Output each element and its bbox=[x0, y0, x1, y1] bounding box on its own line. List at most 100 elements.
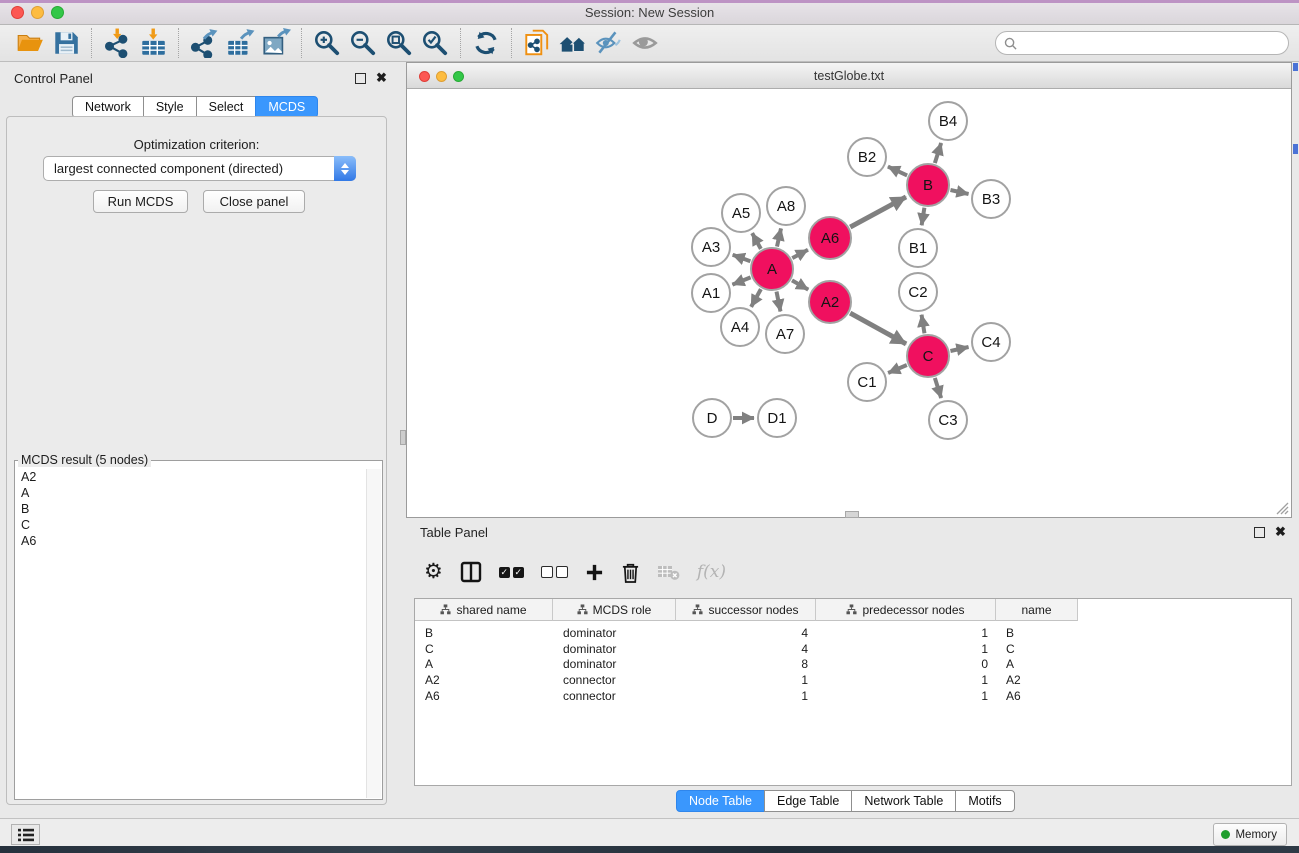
graph-node-B[interactable]: B bbox=[906, 163, 950, 207]
graph-edge-C-C3[interactable] bbox=[935, 378, 941, 398]
graph-node-D1[interactable]: D1 bbox=[757, 398, 797, 438]
show-panels-menu-button[interactable] bbox=[11, 824, 40, 845]
import-network-icon[interactable] bbox=[99, 28, 135, 58]
result-list-item[interactable]: A6 bbox=[16, 533, 366, 549]
result-list-item[interactable]: B bbox=[16, 501, 366, 517]
graph-node-B4[interactable]: B4 bbox=[928, 101, 968, 141]
search-field[interactable] bbox=[995, 31, 1289, 55]
tab-mcds[interactable]: MCDS bbox=[255, 96, 318, 118]
table-options-gear-icon[interactable]: ⚙ bbox=[424, 562, 443, 582]
result-list-item[interactable]: A bbox=[16, 485, 366, 501]
graph-node-A5[interactable]: A5 bbox=[721, 193, 761, 233]
select-all-columns-icon[interactable]: ✓✓ bbox=[499, 567, 524, 578]
splitter-expand-icon[interactable] bbox=[1293, 63, 1298, 71]
column-header-successor-nodes[interactable]: successor nodes bbox=[676, 599, 816, 621]
zoom-fit-icon[interactable] bbox=[381, 28, 417, 58]
add-column-icon[interactable] bbox=[585, 563, 604, 582]
close-table-panel-icon[interactable]: ✖ bbox=[1275, 526, 1286, 538]
graph-edge-A6-B[interactable] bbox=[850, 197, 906, 227]
tab-select[interactable]: Select bbox=[196, 96, 257, 118]
create-network-from-selection-icon[interactable] bbox=[519, 28, 555, 58]
export-image-icon[interactable] bbox=[258, 28, 294, 58]
float-table-panel-icon[interactable] bbox=[1254, 527, 1265, 538]
graph-edge-A2-C[interactable] bbox=[850, 313, 906, 344]
table-row[interactable]: A2connector11A2 bbox=[415, 672, 1291, 688]
table-row[interactable]: Adominator80A bbox=[415, 657, 1291, 673]
horizontal-splitter-handle[interactable] bbox=[845, 511, 859, 518]
delete-column-icon[interactable] bbox=[621, 562, 640, 583]
open-session-icon[interactable] bbox=[12, 28, 48, 58]
table-row[interactable]: Bdominator41B bbox=[415, 625, 1291, 641]
graph-edge-B-B2[interactable] bbox=[888, 167, 907, 176]
graph-node-C[interactable]: C bbox=[906, 334, 950, 378]
graph-edge-C-C4[interactable] bbox=[950, 347, 968, 351]
graph-edge-B-B3[interactable] bbox=[950, 190, 968, 194]
graph-node-A[interactable]: A bbox=[750, 247, 794, 291]
tab-motifs[interactable]: Motifs bbox=[955, 790, 1014, 812]
tab-network[interactable]: Network bbox=[72, 96, 144, 118]
graph-node-B1[interactable]: B1 bbox=[898, 228, 938, 268]
graph-node-D[interactable]: D bbox=[692, 398, 732, 438]
graph-edge-A-A2[interactable] bbox=[792, 280, 808, 289]
graph-node-A1[interactable]: A1 bbox=[691, 273, 731, 313]
run-mcds-button[interactable]: Run MCDS bbox=[93, 190, 188, 213]
save-session-icon[interactable] bbox=[48, 28, 84, 58]
search-input[interactable] bbox=[1017, 35, 1288, 52]
graph-edge-A-A8[interactable] bbox=[777, 228, 781, 246]
table-row[interactable]: A6connector11A6 bbox=[415, 688, 1291, 704]
graph-edge-A-A6[interactable] bbox=[792, 250, 808, 258]
zoom-selected-icon[interactable] bbox=[417, 28, 453, 58]
graph-node-A6[interactable]: A6 bbox=[808, 216, 852, 260]
close-panel-button[interactable]: Close panel bbox=[203, 190, 305, 213]
graph-edge-A-A3[interactable] bbox=[733, 255, 751, 261]
tab-node-table[interactable]: Node Table bbox=[676, 790, 765, 812]
splitter-expand-icon[interactable] bbox=[1293, 144, 1298, 154]
graph-node-C3[interactable]: C3 bbox=[928, 400, 968, 440]
export-table-icon[interactable] bbox=[222, 28, 258, 58]
graph-edge-B-B4[interactable] bbox=[935, 143, 941, 163]
graph-node-A7[interactable]: A7 bbox=[765, 314, 805, 354]
vertical-splitter-handle[interactable] bbox=[400, 430, 406, 445]
resize-grip-icon[interactable] bbox=[1273, 499, 1289, 515]
graph-edge-C-C1[interactable] bbox=[888, 365, 907, 373]
graph-node-C4[interactable]: C4 bbox=[971, 322, 1011, 362]
graph-node-B2[interactable]: B2 bbox=[847, 137, 887, 177]
graph-node-C1[interactable]: C1 bbox=[847, 362, 887, 402]
graph-node-A2[interactable]: A2 bbox=[808, 280, 852, 324]
show-columns-icon[interactable] bbox=[460, 561, 482, 583]
column-header-MCDS-role[interactable]: MCDS role bbox=[553, 599, 676, 621]
graph-node-B3[interactable]: B3 bbox=[971, 179, 1011, 219]
graph-edge-B-B1[interactable] bbox=[922, 208, 925, 226]
export-network-icon[interactable] bbox=[186, 28, 222, 58]
graph-node-C2[interactable]: C2 bbox=[898, 272, 938, 312]
result-scrollbar[interactable] bbox=[366, 469, 381, 798]
column-header-shared-name[interactable]: shared name bbox=[415, 599, 553, 621]
column-header-predecessor-nodes[interactable]: predecessor nodes bbox=[816, 599, 996, 621]
hide-graphics-details-icon[interactable] bbox=[591, 28, 627, 58]
refresh-layout-icon[interactable] bbox=[468, 28, 504, 58]
tab-style[interactable]: Style bbox=[143, 96, 197, 118]
tab-network-table[interactable]: Network Table bbox=[851, 790, 956, 812]
optimization-criterion-dropdown[interactable]: largest connected component (directed) bbox=[43, 156, 356, 181]
network-window-titlebar[interactable]: testGlobe.txt bbox=[407, 63, 1291, 89]
float-panel-icon[interactable] bbox=[355, 73, 366, 84]
graph-edge-A-A1[interactable] bbox=[732, 277, 750, 284]
graph-edge-C-C2[interactable] bbox=[922, 315, 925, 334]
dropdown-stepper-icon[interactable] bbox=[334, 156, 356, 181]
import-table-icon[interactable] bbox=[135, 28, 171, 58]
close-panel-icon[interactable]: ✖ bbox=[376, 72, 387, 84]
graph-node-A3[interactable]: A3 bbox=[691, 227, 731, 267]
memory-button[interactable]: Memory bbox=[1213, 823, 1287, 846]
table-row[interactable]: Cdominator41C bbox=[415, 641, 1291, 657]
tab-edge-table[interactable]: Edge Table bbox=[764, 790, 852, 812]
deselect-all-columns-icon[interactable] bbox=[541, 566, 568, 578]
show-graphics-details-icon[interactable] bbox=[627, 28, 663, 58]
graph-edge-A-A4[interactable] bbox=[751, 289, 761, 307]
result-list-item[interactable]: A2 bbox=[16, 469, 366, 485]
zoom-out-icon[interactable] bbox=[345, 28, 381, 58]
first-neighbors-icon[interactable] bbox=[555, 28, 591, 58]
graph-node-A8[interactable]: A8 bbox=[766, 186, 806, 226]
graph-edge-A-A5[interactable] bbox=[752, 233, 761, 249]
column-header-name[interactable]: name bbox=[996, 599, 1078, 621]
graph-edge-A-A7[interactable] bbox=[777, 292, 781, 312]
